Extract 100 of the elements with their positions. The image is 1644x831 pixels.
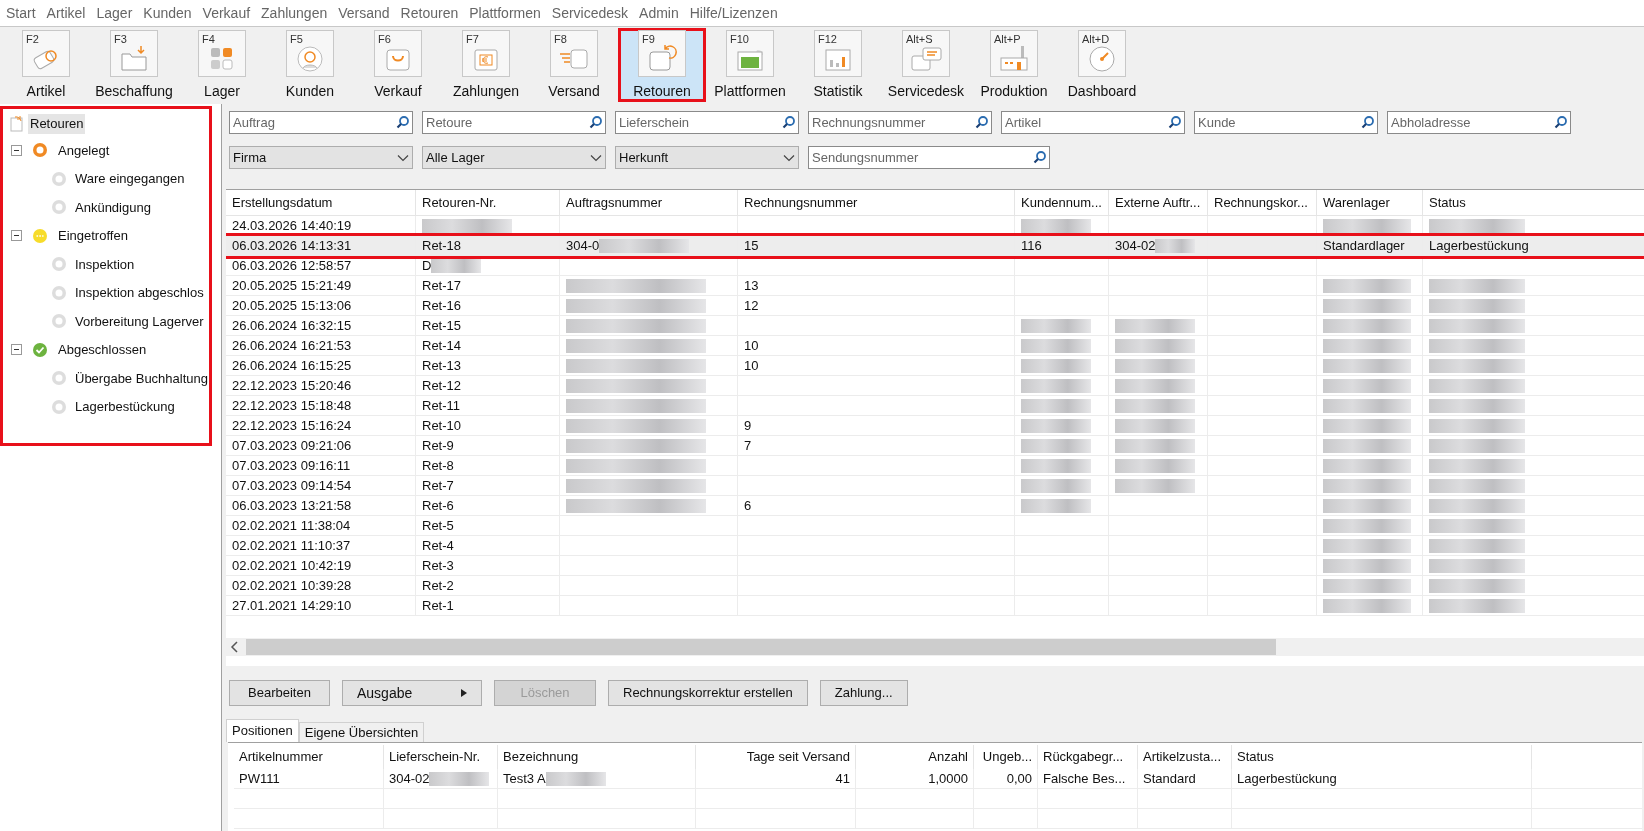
table-row[interactable]: 02.02.2021 10:42:19 Ret-3 [226,556,1644,576]
action-button[interactable]: Zahlung... [819,680,908,706]
menu-item[interactable]: Servicedesk [551,2,629,24]
table-row[interactable]: 26.06.2024 16:21:53 Ret-14 10 [226,336,1644,356]
table-row[interactable]: 22.12.2023 15:20:46 Ret-12 [226,376,1644,396]
table-row[interactable]: 02.02.2021 10:39:28 Ret-2 [226,576,1644,596]
scrollbar-thumb[interactable] [246,639,1276,655]
horizontal-scrollbar[interactable] [226,638,1644,656]
column-header[interactable]: Warenlager [1317,190,1423,215]
column-header[interactable]: Rechnungsnummer [738,190,1015,215]
tree-item[interactable]: Lagerbestückung [75,397,175,417]
menu-item[interactable]: Start [6,2,36,24]
collapse-icon[interactable] [11,144,22,156]
menu-item[interactable]: Versand [338,2,390,24]
menu-button[interactable]: Ausgabe [342,680,482,706]
tab[interactable]: Positionen [226,719,299,742]
shortcut-label: F8 [554,32,567,47]
action-button[interactable]: Rechnungskorrektur erstellen [608,680,808,706]
menu-item[interactable]: Admin [639,2,679,24]
table-row[interactable]: 26.06.2024 16:15:25 Ret-13 10 [226,356,1644,376]
column-header[interactable]: Anzahl [856,745,974,769]
menu-item[interactable]: Zahlungen [261,2,328,24]
column-header[interactable]: Lieferschein-Nr. [384,745,498,769]
search-icon [1033,150,1047,164]
table-row[interactable]: 07.03.2023 09:16:11 Ret-8 [226,456,1644,476]
tree-item[interactable]: Inspektion [75,254,135,274]
table-row[interactable]: 06.03.2026 12:58:57 D [226,256,1644,276]
table-row[interactable]: 27.01.2021 14:29:10 Ret-1 [226,596,1644,616]
column-header[interactable]: Erstellungsdatum [226,190,416,215]
search-field[interactable]: Artikel [1001,111,1185,134]
toolbar-button[interactable]: Alt+D Dashboard [1058,28,1146,102]
search-field[interactable]: Retoure [422,111,606,134]
collapse-icon[interactable] [11,344,22,356]
table-row[interactable]: 06.03.2026 14:13:31 Ret-18 304-0 15 116 304-02 Standardlager Lagerbestückung [226,236,1644,256]
table-row[interactable]: 02.02.2021 11:38:04 Ret-5 [226,516,1644,536]
column-header[interactable]: Rechnungskor... [1208,190,1317,215]
tab[interactable]: Eigene Übersichten [298,722,425,742]
table-cell: 12 [744,296,759,315]
table-row[interactable]: 22.12.2023 15:18:48 Ret-11 [226,396,1644,416]
tree-item[interactable]: Übergabe Buchhaltung [75,368,208,388]
search-field[interactable]: Auftrag [229,111,413,134]
toolbar-button[interactable]: F3 Beschaffung [90,28,178,102]
column-header[interactable]: Status [1423,190,1644,215]
table-row[interactable]: 22.12.2023 15:16:24 Ret-10 9 [226,416,1644,436]
search-field[interactable]: Lieferschein [615,111,799,134]
table-row[interactable]: 20.05.2025 15:13:06 Ret-16 12 [226,296,1644,316]
tree-item[interactable]: Ankündigung [75,197,151,217]
tree-item[interactable]: Ware eingegangen [75,169,185,189]
search-field[interactable]: Abholadresse [1387,111,1571,134]
toolbar-button[interactable]: F8 Versand [530,28,618,102]
toolbar-button[interactable]: F5 Kunden [266,28,354,102]
column-header[interactable]: Kundennum... [1015,190,1109,215]
menu-item[interactable]: Artikel [46,2,86,24]
table-row[interactable]: 26.06.2024 16:32:15 Ret-15 [226,316,1644,336]
menu-item[interactable]: Hilfe/Lizenzen [689,2,778,24]
toolbar-button[interactable]: F2 Artikel [2,28,90,102]
column-header[interactable]: Artikelzusta... [1138,745,1232,769]
toolbar-button[interactable]: F4 Lager [178,28,266,102]
toolbar-button[interactable]: F10 Plattformen [706,28,794,102]
menu-item[interactable]: Plattformen [469,2,541,24]
menu-item[interactable]: Lager [96,2,133,24]
toolbar-button[interactable]: Alt+P Produktion [970,28,1058,102]
table-row[interactable]: 07.03.2023 09:14:54 Ret-7 [226,476,1644,496]
dropdown[interactable]: Herkunft [615,146,799,169]
table-row[interactable]: 20.05.2025 15:21:49 Ret-17 13 [226,276,1644,296]
table-row[interactable]: 07.03.2023 09:21:06 Ret-9 7 [226,436,1644,456]
tree-item[interactable]: Abgeschlossen [58,340,147,360]
action-button[interactable]: Bearbeiten [229,680,330,706]
column-header[interactable]: Ungeb... [974,745,1038,769]
toolbar-button[interactable]: Alt+S Servicedesk [882,28,970,102]
tree-item[interactable]: Angelegt [58,140,110,160]
column-header[interactable]: Retouren-Nr. [416,190,560,215]
menu-item[interactable]: Retouren [400,2,459,24]
search-field[interactable]: Rechnungsnummer [808,111,992,134]
toolbar-button[interactable]: F12 Statistik [794,28,882,102]
dropdown[interactable]: Firma [229,146,413,169]
search-field[interactable]: Kunde [1194,111,1378,134]
table-row[interactable]: 06.03.2023 13:21:58 Ret-6 6 [226,496,1644,516]
dropdown[interactable]: Alle Lager [422,146,606,169]
column-header[interactable]: Rückgabegr... [1038,745,1138,769]
collapse-icon[interactable] [11,230,22,242]
column-header[interactable]: Artikelnummer [234,745,384,769]
column-header[interactable]: Auftragsnummer [560,190,738,215]
toolbar-button[interactable]: F6 Verkauf [354,28,442,102]
column-header[interactable]: Bezeichnung [498,745,696,769]
column-header[interactable]: Tage seit Versand [696,745,856,769]
menu-item[interactable]: Kunden [143,2,192,24]
table-row[interactable]: 02.02.2021 11:10:37 Ret-4 [226,536,1644,556]
toolbar-button[interactable]: F7 Zahlungen [442,28,530,102]
toolbar-button[interactable]: F9 Retouren [618,28,706,102]
tree-item[interactable]: Retouren [28,114,86,134]
tree-item[interactable]: Vorbereitung Lagerver [75,311,204,331]
tree-item[interactable]: Inspektion abgeschlos [75,283,204,303]
table-cell: 116 [1021,236,1042,255]
tree-item[interactable]: Eingetroffen [58,226,128,246]
search-field[interactable]: Sendungsnummer [808,146,1050,169]
column-header[interactable]: Externe Auftr... [1109,190,1208,215]
column-header[interactable]: Status [1232,745,1532,769]
table-cell: Ret-8 [422,456,454,475]
menu-item[interactable]: Verkauf [202,2,251,24]
